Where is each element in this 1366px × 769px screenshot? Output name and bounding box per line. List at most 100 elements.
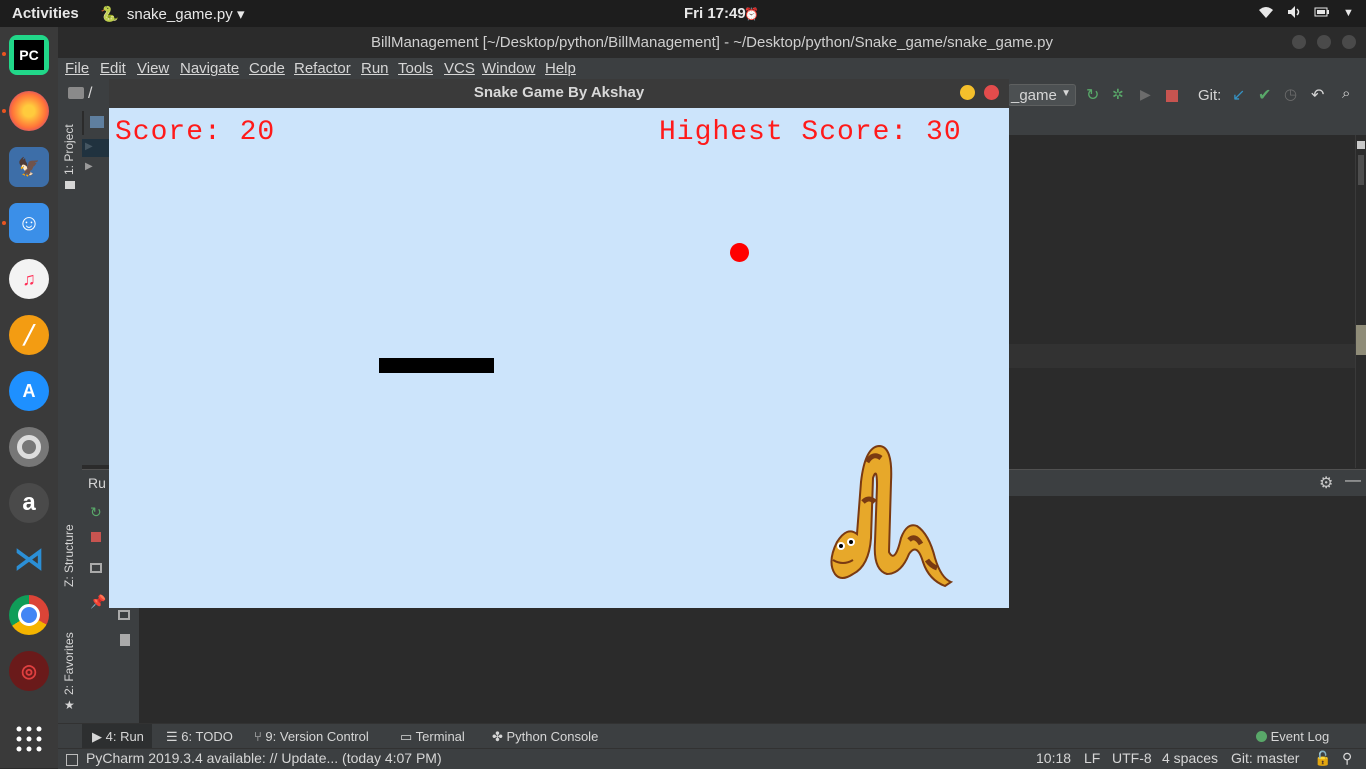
pages-icon[interactable]: ╱	[9, 315, 49, 355]
selected-tree-row[interactable]	[82, 139, 109, 157]
git-update-icon[interactable]: ↙	[1232, 85, 1248, 104]
show-applications-icon[interactable]	[9, 719, 49, 759]
ide-title: BillManagement [~/Desktop/python/BillMan…	[370, 34, 1054, 51]
coverage-icon[interactable]: ▶	[1140, 86, 1156, 102]
firefox-icon[interactable]	[9, 91, 49, 131]
wifi-icon[interactable]	[1258, 5, 1274, 23]
event-log-tab[interactable]: Event Log	[1256, 729, 1329, 744]
panel-icon	[90, 116, 104, 128]
gnome-top-bar: Activities 🐍 snake_game.py ▾ Fri 17:49 ⏰…	[0, 0, 1366, 27]
chrome-icon[interactable]	[9, 595, 49, 635]
branch-icon: ⑂	[254, 729, 266, 744]
game-window-title: Snake Game By Akshay	[473, 84, 645, 101]
snake-body	[379, 358, 494, 373]
tab-terminal[interactable]: ▭ Terminal	[400, 729, 465, 745]
rerun-icon[interactable]: ↻	[1086, 85, 1102, 104]
editor-scrollbar[interactable]	[1355, 135, 1366, 468]
tab-version-control[interactable]: ⑂ 9: Version Control	[254, 729, 369, 744]
project-panel: ▶ ▶	[82, 135, 109, 465]
app-menu[interactable]: 🐍 snake_game.py ▾	[100, 5, 244, 23]
clock[interactable]: Fri 17:49	[684, 5, 746, 22]
battery-icon[interactable]	[1314, 5, 1330, 22]
tab-todo[interactable]: ☰ 6: TODO	[166, 729, 233, 745]
gear-icon[interactable]: ⚙	[1319, 473, 1333, 493]
status-message[interactable]: PyCharm 2019.3.4 available: // Update...…	[86, 750, 442, 766]
search-icon[interactable]: ⌕	[1342, 85, 1358, 102]
minimize-panel-icon[interactable]: —	[1345, 472, 1361, 490]
lock-icon[interactable]: 🔓	[1314, 750, 1331, 767]
left-tool-strip: 1: Project Z: Structure 2: Favorites ★	[58, 111, 82, 723]
amazon-icon[interactable]: a	[9, 483, 49, 523]
run-panel-title: Ru	[88, 475, 106, 491]
menu-vcs[interactable]: VCS	[444, 60, 475, 77]
pycharm-icon[interactable]: PC	[9, 35, 49, 75]
system-menu-icon[interactable]: ▼	[1343, 7, 1354, 19]
list-icon: ☰	[166, 729, 182, 744]
pin-icon[interactable]: 📌	[90, 594, 106, 610]
indent-setting[interactable]: 4 spaces	[1162, 750, 1218, 766]
finder-icon[interactable]: ☺	[9, 203, 49, 243]
menu-run[interactable]: Run	[361, 60, 389, 77]
inspection-icon	[1357, 141, 1365, 149]
close-button[interactable]	[1342, 35, 1356, 49]
menu-file[interactable]: File	[65, 60, 89, 77]
maximize-button[interactable]	[1317, 35, 1331, 49]
stop-icon[interactable]	[91, 532, 101, 542]
scroll-thumb[interactable]	[1358, 155, 1364, 185]
line-separator[interactable]: LF	[1084, 750, 1100, 766]
dock: PC 🦅 ☺ ♫ ╱ A a ⋊ ◎	[0, 27, 58, 768]
menu-help[interactable]: Help	[545, 60, 576, 77]
image-viewer-icon[interactable]: 🦅	[9, 147, 49, 187]
tab-run[interactable]: ▶ 4: Run	[92, 729, 144, 745]
game-minimize-button[interactable]	[960, 85, 975, 100]
menu-code[interactable]: Code	[249, 60, 285, 77]
app-store-icon[interactable]: A	[9, 371, 49, 411]
rollback-icon[interactable]: ↶	[1311, 85, 1327, 104]
menu-navigate[interactable]: Navigate	[180, 60, 239, 77]
editor-area	[1009, 135, 1366, 468]
music-icon[interactable]: ♫	[9, 259, 49, 299]
breadcrumb[interactable]: /	[88, 85, 92, 103]
run-config-select[interactable]: _game ▼	[1008, 84, 1076, 106]
favorites-tool-tab[interactable]: 2: Favorites	[62, 632, 76, 695]
trash-icon[interactable]	[120, 634, 130, 646]
git-branch[interactable]: Git: master	[1231, 750, 1299, 766]
help-icon[interactable]	[9, 427, 49, 467]
git-label: Git:	[1198, 87, 1222, 104]
minimize-button[interactable]	[1292, 35, 1306, 49]
menu-edit[interactable]: Edit	[100, 60, 126, 77]
caret-position[interactable]: 10:18	[1036, 750, 1071, 766]
structure-tool-tab[interactable]: Z: Structure	[62, 524, 76, 587]
toggle-panels-icon[interactable]	[66, 754, 78, 766]
game-canvas[interactable]: Score: 20 Highest Score: 30	[109, 108, 1009, 608]
file-encoding[interactable]: UTF-8	[1112, 750, 1152, 766]
volume-icon[interactable]	[1287, 5, 1303, 23]
memory-icon[interactable]: ⚲	[1342, 750, 1352, 767]
stop-icon[interactable]	[1166, 90, 1178, 102]
rerun-icon[interactable]: ↻	[90, 504, 102, 521]
expand-arrow-icon[interactable]: ▶	[85, 161, 93, 172]
alarm-icon: ⏰	[744, 7, 759, 21]
run-config-label: _game	[1011, 87, 1057, 104]
git-commit-icon[interactable]: ✔	[1258, 85, 1274, 104]
print-icon[interactable]	[118, 610, 130, 620]
project-icon	[65, 181, 75, 189]
star-icon: ★	[64, 698, 75, 712]
chevron-down-icon: ▼	[1061, 88, 1071, 99]
tab-python-console[interactable]: ✤ Python Console	[492, 729, 598, 745]
menu-refactor[interactable]: Refactor	[294, 60, 351, 77]
menu-tools[interactable]: Tools	[398, 60, 433, 77]
project-tool-tab[interactable]: 1: Project	[62, 124, 76, 175]
bottom-tool-tabs: ▶ 4: Run ☰ 6: TODO ⑂ 9: Version Control …	[58, 723, 1366, 749]
layout-icon[interactable]	[90, 563, 102, 573]
history-icon[interactable]: ◷	[1284, 85, 1300, 103]
app-icon[interactable]: ◎	[9, 651, 49, 691]
activities-button[interactable]: Activities	[12, 5, 79, 22]
folder-icon[interactable]	[68, 87, 84, 99]
vscode-icon[interactable]: ⋊	[9, 539, 49, 579]
terminal-icon: ▭	[400, 729, 416, 744]
menu-window[interactable]: Window	[482, 60, 535, 77]
game-close-button[interactable]	[984, 85, 999, 100]
debug-icon[interactable]: ✲	[1112, 86, 1128, 102]
menu-view[interactable]: View	[137, 60, 169, 77]
